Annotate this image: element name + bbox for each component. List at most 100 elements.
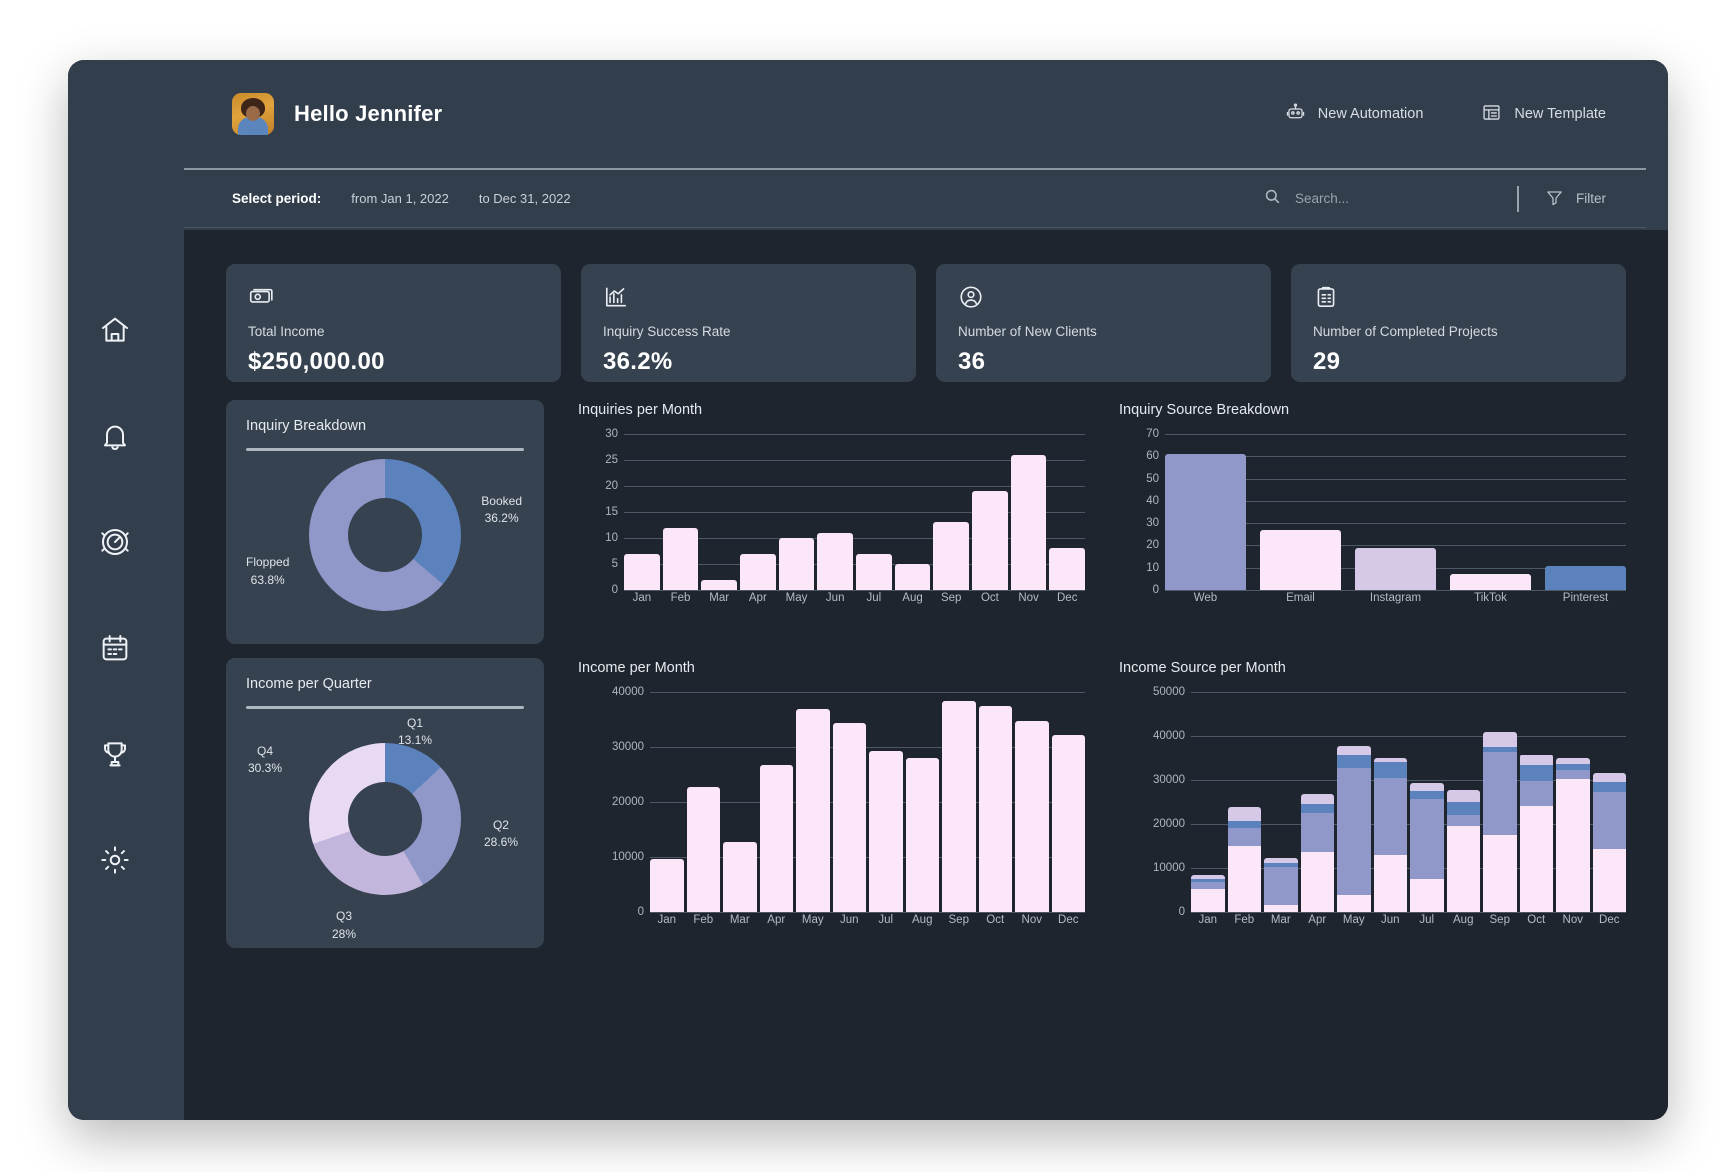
search-input[interactable] [1295, 191, 1475, 206]
bar[interactable] [624, 553, 660, 590]
bar-segment [1264, 866, 1298, 906]
kpi-card-completed-projects[interactable]: Number of Completed Projects 29 [1291, 264, 1626, 382]
stacked-bar[interactable] [1410, 783, 1444, 912]
bar-segment [1373, 762, 1407, 778]
bar[interactable] [1051, 734, 1085, 912]
stacked-bar[interactable] [1300, 793, 1334, 912]
x-tick-label: Email [1286, 592, 1315, 604]
bar[interactable] [894, 564, 931, 590]
y-tick-label: 15 [605, 506, 618, 518]
bar-segment [1592, 792, 1626, 849]
new-template-button[interactable]: New Template [1481, 102, 1606, 127]
bar-segment [1227, 827, 1261, 847]
kpi-label: Number of Completed Projects [1313, 324, 1498, 339]
bar[interactable] [1450, 574, 1531, 590]
plot-income-per-month: 0 10000 20000 30000 40000 Jan Feb Mar Apr May Jun J… [578, 686, 1085, 934]
sidebar-item-awards[interactable] [95, 736, 135, 776]
stacked-bar[interactable] [1556, 757, 1590, 912]
bar-segment [1373, 854, 1407, 912]
bar[interactable] [856, 553, 892, 590]
bar[interactable] [905, 758, 939, 912]
bar[interactable] [1545, 565, 1626, 590]
bar[interactable] [933, 522, 970, 590]
x-tick-label: Nov [1562, 914, 1583, 926]
bar[interactable] [1355, 547, 1436, 590]
bar[interactable] [817, 532, 854, 590]
bar[interactable] [650, 858, 684, 912]
bar[interactable] [662, 527, 699, 590]
bar-segment [1191, 889, 1225, 912]
bar[interactable] [701, 579, 738, 590]
bar[interactable] [942, 700, 976, 912]
bar[interactable] [1260, 529, 1341, 590]
x-tick-label: Feb [693, 914, 714, 926]
bar[interactable] [796, 708, 830, 912]
x-tick-label: Feb [1234, 914, 1255, 926]
sidebar-item-home[interactable] [95, 312, 135, 352]
bar[interactable] [869, 751, 903, 912]
stacked-bar[interactable] [1519, 754, 1553, 912]
sidebar-item-performance[interactable] [95, 524, 135, 564]
y-tick-label: 20000 [612, 796, 644, 808]
sidebar-item-settings[interactable] [95, 842, 135, 882]
sidebar-item-notifications[interactable] [95, 418, 135, 458]
period-to[interactable]: to Dec 31, 2022 [479, 191, 571, 206]
stacked-bar[interactable] [1373, 758, 1407, 912]
bar-segment [1592, 781, 1626, 793]
chart-title: Income Source per Month [1119, 660, 1286, 676]
bar-segment [1519, 805, 1553, 912]
dashboard-window: Hello Jennifer New Automation New Templa… [68, 60, 1668, 1120]
bar[interactable] [832, 723, 866, 912]
x-tick-label: Jan [632, 592, 652, 604]
y-tick-label: 10000 [612, 851, 644, 863]
stacked-bar[interactable] [1483, 732, 1517, 912]
x-tick-label: Nov [1018, 592, 1039, 604]
x-tick-label: Aug [912, 914, 933, 926]
stacked-bar[interactable] [1227, 807, 1261, 912]
bar[interactable] [972, 491, 1008, 590]
kpi-card-new-clients[interactable]: Number of New Clients 36 [936, 264, 1271, 382]
donut-label-booked: Booked 36.2% [481, 494, 522, 526]
stacked-bar[interactable] [1264, 858, 1298, 912]
x-tick-label: Feb [670, 592, 691, 604]
sidebar-item-calendar[interactable] [95, 630, 135, 670]
bar[interactable] [1010, 454, 1047, 590]
stacked-bar[interactable] [1191, 875, 1225, 912]
bar[interactable] [1165, 454, 1246, 590]
bar[interactable] [723, 841, 757, 912]
stacked-bar[interactable] [1446, 789, 1480, 912]
bars [650, 692, 1085, 912]
bar[interactable] [978, 706, 1012, 912]
kpi-value: 36 [958, 348, 986, 375]
stacked-bar[interactable] [1592, 773, 1626, 912]
x-tick-label: Jul [878, 914, 894, 926]
plot-inquiry-source: 0 10 20 30 40 50 60 70 Web Email Instagram TikTok Pi… [1119, 428, 1626, 612]
panel-inquiries-per-month: Inquiries per Month 0 5 10 15 20 25 30 Jan Feb Ma… [578, 400, 1086, 644]
search-box[interactable] [1263, 187, 1511, 211]
filter-button[interactable]: Filter [1545, 188, 1606, 210]
x-tick-label: Apr [1308, 914, 1327, 926]
panel-title: Inquiry Breakdown [246, 418, 367, 434]
search-icon [1263, 187, 1282, 211]
bar-segment [1556, 778, 1590, 912]
bar-segment [1410, 879, 1444, 912]
bar[interactable] [778, 538, 815, 590]
stacked-bar[interactable] [1337, 746, 1371, 912]
bar-segment [1446, 789, 1480, 803]
y-tick-label: 50 [1146, 472, 1159, 485]
bar[interactable] [1015, 721, 1049, 912]
period-from[interactable]: from Jan 1, 2022 [351, 191, 449, 206]
x-tick-label: Mar [709, 592, 730, 604]
y-tick-label: 20 [605, 480, 618, 492]
bar[interactable] [759, 765, 793, 912]
x-tick-label: Nov [1021, 914, 1042, 926]
template-icon [1481, 102, 1502, 127]
bar[interactable] [740, 553, 776, 590]
kpi-card-total-income[interactable]: Total Income $250,000.00 [226, 264, 561, 382]
new-automation-button[interactable]: New Automation [1285, 102, 1423, 127]
bar[interactable] [1049, 548, 1086, 590]
bar[interactable] [686, 786, 720, 912]
avatar [232, 93, 274, 135]
kpi-card-inquiry-success-rate[interactable]: Inquiry Success Rate 36.2% [581, 264, 916, 382]
donut-label-flopped: Flopped 63.8% [246, 555, 290, 587]
